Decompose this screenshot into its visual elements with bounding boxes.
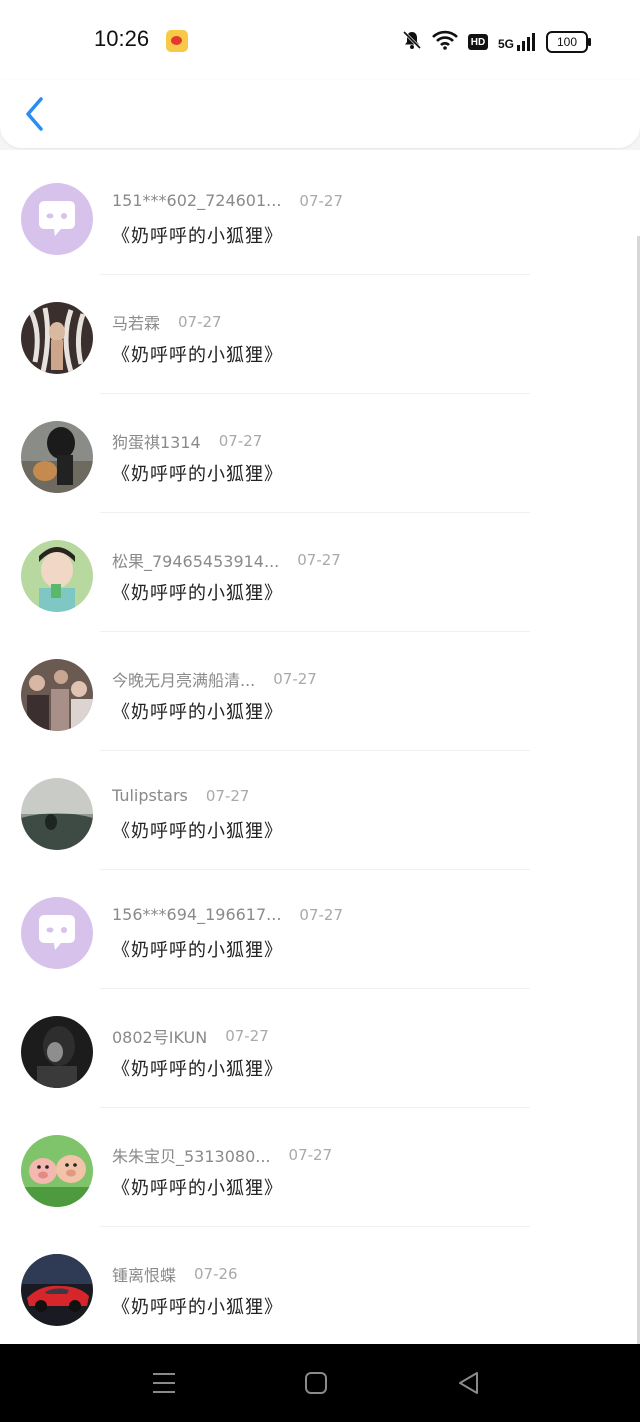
entry-message: 《奶呼呼的小狐狸》 <box>112 1178 283 1199</box>
avatar-photo-icon <box>21 659 93 731</box>
avatar[interactable] <box>21 1016 93 1088</box>
avatar[interactable] <box>21 778 93 850</box>
avatar[interactable] <box>21 421 93 493</box>
home-square-icon <box>305 1372 327 1394</box>
entry-date: 07-27 <box>299 905 344 924</box>
entry-meta: 狗蛋祺1314 07-27 <box>112 429 262 453</box>
entry-date: 07-27 <box>205 786 250 805</box>
mute-bell-icon <box>402 30 422 54</box>
user-name[interactable]: 锺离恨蝶 <box>112 1262 176 1286</box>
entry-meta: 马若霖 07-27 <box>112 310 222 334</box>
back-button[interactable] <box>22 94 52 134</box>
user-name[interactable]: 朱朱宝贝_5313080... <box>112 1143 271 1167</box>
list-item[interactable]: 今晚无月亮满船清... 07-27 《奶呼呼的小狐狸》 <box>0 632 640 751</box>
list-item[interactable]: 151***602_724601... 07-27 《奶呼呼的小狐狸》 <box>0 156 640 275</box>
entry-date: 07-27 <box>218 432 263 450</box>
hd-badge: HD <box>467 34 488 50</box>
network-label: 5G <box>497 37 514 51</box>
avatar[interactable] <box>21 1254 93 1326</box>
nav-back-button[interactable] <box>454 1368 484 1398</box>
avatar[interactable] <box>21 302 93 374</box>
entry-message: 《奶呼呼的小狐狸》 <box>112 1059 283 1080</box>
avatar-photo-icon <box>21 302 93 374</box>
signal-icon: 5G <box>498 33 536 51</box>
default-avatar-icon <box>39 915 75 950</box>
entry-message: 《奶呼呼的小狐狸》 <box>112 226 283 247</box>
list-item[interactable]: 0802号IKUN 07-27 《奶呼呼的小狐狸》 <box>0 989 640 1108</box>
entry-message: 《奶呼呼的小狐狸》 <box>112 940 283 961</box>
entry-message: 《奶呼呼的小狐狸》 <box>112 1297 283 1318</box>
entry-meta: 松果_79465453914... 07-27 <box>112 548 341 572</box>
avatar-photo-icon <box>21 1254 93 1326</box>
entry-date: 07-27 <box>288 1146 333 1164</box>
user-name[interactable]: 狗蛋祺1314 <box>112 429 201 453</box>
entry-date: 07-27 <box>297 551 341 569</box>
list-item[interactable]: 锺离恨蝶 07-26 《奶呼呼的小狐狸》 <box>0 1227 640 1344</box>
battery-icon: 100 <box>546 31 591 53</box>
status-time: 10:26 <box>94 26 150 51</box>
user-name[interactable]: 马若霖 <box>112 310 160 334</box>
status-bar: 10:26 HD 5G 100 <box>0 0 640 80</box>
chevron-left-icon <box>26 97 43 131</box>
status-icons: HD 5G 100 <box>402 30 591 54</box>
default-avatar-icon <box>39 201 75 236</box>
avatar[interactable] <box>21 897 93 969</box>
entry-message: 《奶呼呼的小狐狸》 <box>112 702 283 723</box>
entry-date: 07-27 <box>299 191 344 210</box>
entry-message: 《奶呼呼的小狐狸》 <box>112 464 283 485</box>
user-name[interactable]: 松果_79465453914... <box>112 548 279 572</box>
list-item[interactable]: 朱朱宝贝_5313080... 07-27 《奶呼呼的小狐狸》 <box>0 1108 640 1227</box>
wifi-icon <box>432 30 458 54</box>
list-item[interactable]: 马若霖 07-27 《奶呼呼的小狐狸》 <box>0 275 640 394</box>
user-name[interactable]: 0802号IKUN <box>112 1024 207 1048</box>
entry-date: 07-26 <box>194 1265 238 1283</box>
list-item[interactable]: Tulipstars 07-27 《奶呼呼的小狐狸》 <box>0 751 640 870</box>
entry-meta: 锺离恨蝶 07-26 <box>112 1262 238 1286</box>
entry-meta: 151***602_724601... 07-27 <box>112 191 343 210</box>
avatar-photo-icon <box>21 778 93 850</box>
list-item[interactable]: 156***694_196617... 07-27 《奶呼呼的小狐狸》 <box>0 870 640 989</box>
avatar[interactable] <box>21 1135 93 1207</box>
entry-meta: 156***694_196617... 07-27 <box>112 905 343 924</box>
home-button[interactable] <box>301 1368 331 1398</box>
entry-date: 07-27 <box>273 670 317 688</box>
user-name[interactable]: 今晚无月亮满船清... <box>112 667 255 691</box>
entry-message: 《奶呼呼的小狐狸》 <box>112 583 283 604</box>
avatar-photo-icon <box>21 1135 93 1207</box>
entry-meta: 朱朱宝贝_5313080... 07-27 <box>112 1143 332 1167</box>
entry-message: 《奶呼呼的小狐狸》 <box>112 345 283 366</box>
system-nav-bar <box>0 1344 640 1422</box>
avatar-photo-icon <box>21 540 93 612</box>
avatar[interactable] <box>21 540 93 612</box>
menu-icon <box>153 1373 175 1393</box>
avatar[interactable] <box>21 659 93 731</box>
reader-list[interactable]: 151***602_724601... 07-27 《奶呼呼的小狐狸》 马若霖 … <box>0 150 640 1344</box>
weibo-app-icon <box>166 30 188 52</box>
user-name[interactable]: Tulipstars <box>112 786 188 805</box>
menu-button[interactable] <box>149 1368 179 1398</box>
top-header <box>0 80 640 148</box>
entry-meta: 0802号IKUN 07-27 <box>112 1024 269 1048</box>
entry-date: 07-27 <box>225 1027 269 1045</box>
list-item[interactable]: 松果_79465453914... 07-27 《奶呼呼的小狐狸》 <box>0 513 640 632</box>
entry-meta: Tulipstars 07-27 <box>112 786 249 805</box>
list-item[interactable]: 狗蛋祺1314 07-27 《奶呼呼的小狐狸》 <box>0 394 640 513</box>
entry-meta: 今晚无月亮满船清... 07-27 <box>112 667 317 691</box>
entry-date: 07-27 <box>178 313 222 331</box>
avatar-photo-icon <box>21 1016 93 1088</box>
avatar-photo-icon <box>21 421 93 493</box>
user-name[interactable]: 151***602_724601... <box>112 191 281 210</box>
user-name[interactable]: 156***694_196617... <box>112 905 281 924</box>
back-triangle-icon <box>459 1372 478 1394</box>
entry-message: 《奶呼呼的小狐狸》 <box>112 821 283 842</box>
avatar[interactable] <box>21 183 93 255</box>
